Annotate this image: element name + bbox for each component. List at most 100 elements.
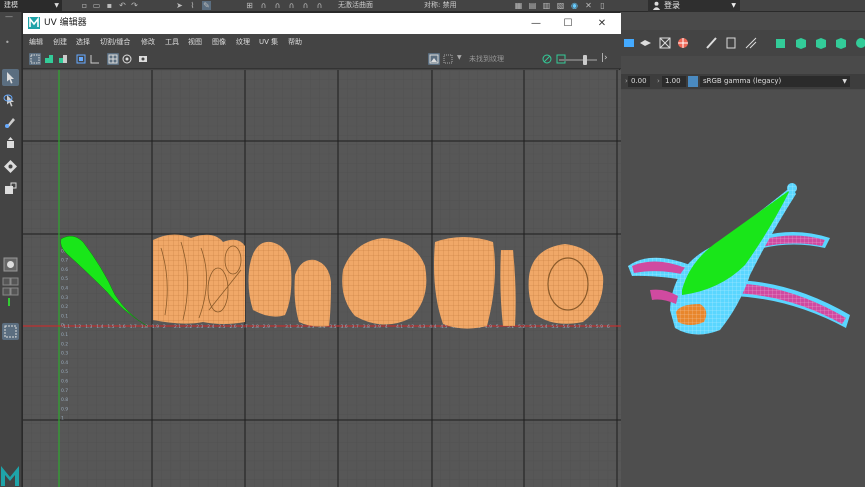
menu-texture[interactable]: 纹理 [236,34,250,50]
exposure-slider[interactable] [559,59,597,61]
uv-shell-2[interactable] [248,241,292,317]
menu-help[interactable]: 帮助 [288,34,302,50]
open-scene-icon[interactable]: ▭ [92,1,101,10]
v-tick-label: 0.8 [61,397,68,403]
ipr-icon[interactable]: ▥ [542,1,551,10]
uv-shell-6[interactable] [500,250,516,326]
hypershade-icon[interactable]: ◉ [570,1,579,10]
toolbox-collapse-icon[interactable]: • [5,38,15,55]
paint-select-icon[interactable]: ✎ [202,1,211,10]
snap-curve-icon[interactable]: ∩ [259,1,268,10]
new-scene-icon[interactable]: ▫ [80,1,89,10]
menu-view[interactable]: 视图 [188,34,202,50]
live-surface-dropdown[interactable]: 无激活曲面 [338,0,416,11]
rotate-tool-icon[interactable] [2,158,19,175]
close-button[interactable]: ✕ [587,13,617,34]
u-tick-label: 4.3 [418,324,425,330]
delete-history-icon[interactable] [658,36,673,50]
sidebar-toggle-icon[interactable]: ✕ [584,1,593,10]
menu-image[interactable]: 图像 [212,34,226,50]
grid-display-icon[interactable] [107,53,119,65]
menu-set-dropdown[interactable]: 建模 ▼ [0,0,62,11]
value-a-field[interactable]: 0.00 [628,76,650,87]
pixel-snap-icon[interactable] [121,53,133,65]
last-tool-icon[interactable] [2,256,19,273]
render-settings-icon[interactable]: ▧ [556,1,565,10]
cylindrical-map-icon[interactable] [814,36,829,50]
maya-logo-icon [28,17,40,29]
save-scene-icon[interactable]: ▪ [105,1,114,10]
live-surface-label: 无激活曲面 [338,1,373,9]
u-tick-label: 4.2 [407,324,414,330]
lasso-tool-icon[interactable] [2,92,19,109]
menu-create[interactable]: 创建 [53,34,67,50]
planar-map-icon[interactable] [794,36,809,50]
uv-shell-5[interactable] [434,237,495,329]
snap-surface-icon[interactable]: ∩ [301,1,310,10]
chevron-down-icon: ▼ [54,2,59,9]
image-icon[interactable] [137,53,149,65]
uv-shell-4[interactable] [342,238,427,325]
exposure-slider-handle[interactable] [583,55,587,65]
symmetry-dropdown[interactable]: 对称: 禁用 [424,0,488,11]
value-b-field[interactable]: 1.00 [662,76,686,87]
snap-point-icon[interactable]: ∩ [273,1,282,10]
layer-icon[interactable] [638,36,653,50]
spherical-map-icon[interactable] [834,36,849,50]
select-tool-icon[interactable] [2,69,19,86]
bridge-icon[interactable] [724,36,739,50]
menu-uv-sets[interactable]: UV 集 [259,34,278,50]
uv-editor-layout-icon[interactable] [2,323,19,340]
expand-toolbar-icon[interactable]: |› [601,53,608,63]
scale-tool-icon[interactable] [2,180,19,197]
texture-icon[interactable] [676,36,691,50]
cube-icon[interactable] [774,36,789,50]
uv-editor-titlebar[interactable]: UV 编辑器 — ☐ ✕ [23,13,621,34]
sew-icon[interactable] [744,36,759,50]
chevron-down-icon[interactable]: ▼ [457,54,462,61]
redo-icon[interactable]: ↷ [130,1,139,10]
v-tick-label: 0.4 [61,286,68,292]
render-icon[interactable]: ▤ [528,1,537,10]
uv-shell-3[interactable] [294,259,332,327]
snap-grid-icon[interactable]: ⊞ [245,1,254,10]
menu-modify[interactable]: 修改 [141,34,155,50]
display-image-icon[interactable] [428,53,440,65]
channel-box-icon[interactable]: ▯ [598,1,607,10]
u-tick-label: 5.7 [574,324,581,330]
checker-map-icon[interactable] [89,53,101,65]
color-space-dropdown[interactable]: sRGB gamma (legacy) ▼ [700,76,850,87]
menu-cut-sew[interactable]: 切割/缝合 [100,34,130,50]
select-icon[interactable]: ➤ [175,1,184,10]
layout-buttons-icon[interactable] [2,277,19,307]
undo-icon[interactable]: ↶ [118,1,127,10]
uv-distortion-icon[interactable] [57,53,69,65]
uv-grid-canvas[interactable]: 1.1 1.2 1.3 1.4 1.5 1.6 1.7 1.8 1.9 2 2.1 2.2 2.3 2.4… [23,70,621,487]
uv-shell-icon[interactable] [43,53,55,65]
isolate-select-icon[interactable] [29,53,41,65]
uv-texture-grid[interactable]: 1.1 1.2 1.3 1.4 1.5 1.6 1.7 1.8 1.9 2 2.1 2.2 2.3 2.4… [23,70,621,487]
texture-border-icon[interactable] [75,53,87,65]
maximize-button[interactable]: ☐ [553,13,583,34]
dim-image-icon[interactable] [442,53,454,65]
paint-select-tool-icon[interactable] [2,114,19,131]
lasso-icon[interactable]: ⌇ [188,1,197,10]
snap-live-icon[interactable]: ∩ [315,1,324,10]
perspective-viewport[interactable] [620,90,865,487]
minimize-button[interactable]: — [521,13,551,34]
u-tick-label: 5.9 [596,324,603,330]
menu-select[interactable]: 选择 [76,34,90,50]
exposure-icon[interactable] [541,53,553,65]
snap-view-icon[interactable]: ∩ [287,1,296,10]
history-icon[interactable] [622,36,637,50]
move-tool-icon[interactable] [2,136,19,153]
uv-shell-cluster-1[interactable] [153,234,245,324]
menu-tools[interactable]: 工具 [165,34,179,50]
color-space-icon[interactable] [688,76,698,87]
login-dropdown[interactable]: 登录 ▼ [648,0,740,12]
uv-shell-7[interactable] [528,244,604,324]
cut-icon[interactable] [704,36,719,50]
auto-map-icon[interactable] [854,36,865,50]
render-frame-icon[interactable]: ▦ [514,1,523,10]
menu-edit[interactable]: 编辑 [29,34,43,50]
